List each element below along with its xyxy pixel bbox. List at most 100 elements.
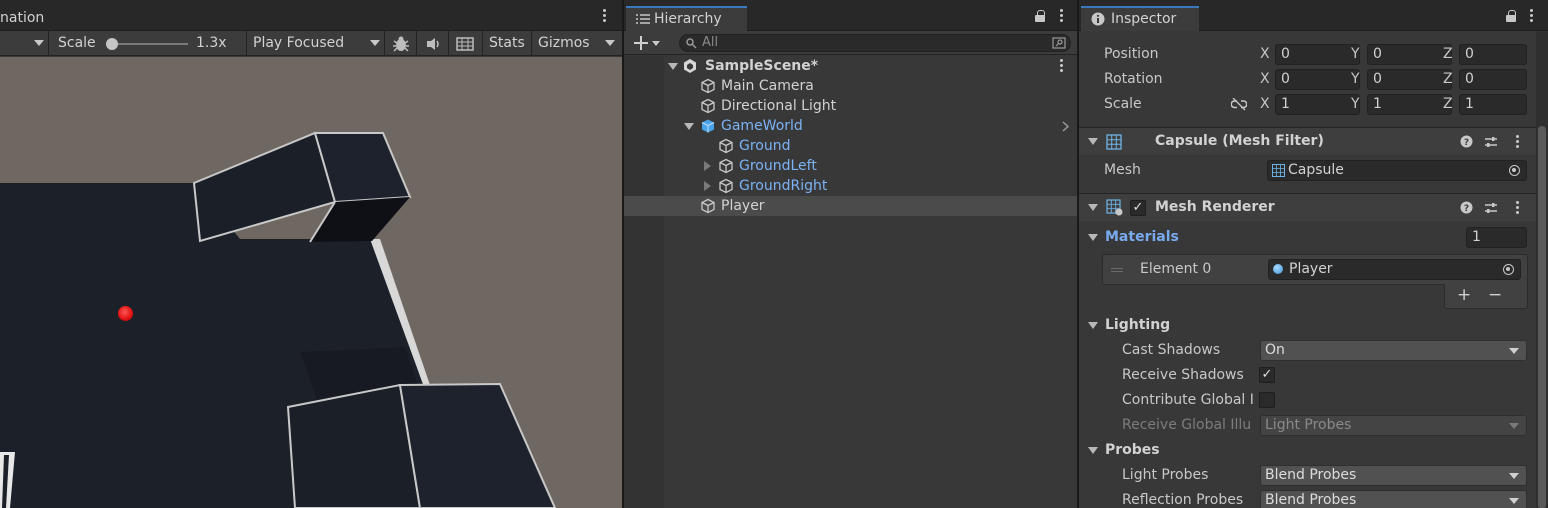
rotation-y-field[interactable]: 0 (1367, 69, 1452, 90)
add-dropdown-caret-icon[interactable] (652, 41, 660, 46)
receive-shadows-checkbox[interactable]: ✓ (1259, 367, 1275, 383)
hierarchy-search-input[interactable]: All (679, 34, 1071, 52)
scale-z-field[interactable]: 1 (1459, 94, 1527, 115)
position-x-field[interactable]: 0 (1275, 44, 1360, 65)
rotation-x-field[interactable]: 0 (1275, 69, 1360, 90)
player-capsule[interactable] (118, 306, 133, 321)
game-tab-bar: nation (0, 0, 622, 31)
mesh-renderer-enabled-checkbox[interactable]: ✓ (1130, 200, 1146, 216)
hierarchy-item-label: Directional Light (721, 98, 837, 114)
scale-slider-track[interactable] (110, 43, 188, 45)
help-icon[interactable]: ? (1460, 201, 1473, 214)
divider (531, 31, 532, 56)
hierarchy-more-icon[interactable] (1058, 9, 1064, 23)
game-more-icon[interactable] (601, 9, 607, 23)
hierarchy-item-main-camera[interactable]: Main Camera (624, 76, 1077, 96)
tab-animation[interactable]: nation (0, 6, 44, 31)
help-icon[interactable]: ? (1460, 135, 1473, 148)
hierarchy-item-groundleft[interactable]: GroundLeft (624, 156, 1077, 176)
foldout-arrow-icon[interactable] (1088, 322, 1098, 329)
mesh-renderer-header[interactable]: ✓ Mesh Renderer ? (1079, 193, 1536, 221)
stats-button[interactable]: Stats (489, 31, 525, 56)
foldout-arrow-icon[interactable] (1088, 204, 1098, 211)
divider (384, 31, 385, 56)
hierarchy-item-player[interactable]: Player (624, 196, 1077, 216)
chevron-down-icon[interactable] (370, 40, 380, 46)
expand-arrow-icon[interactable] (668, 63, 678, 70)
object-picker-icon[interactable] (1503, 264, 1514, 275)
object-picker-icon[interactable] (1509, 165, 1520, 176)
lighting-foldout[interactable]: Lighting (1079, 313, 1548, 338)
gizmos-button[interactable]: Gizmos (538, 31, 590, 56)
tab-hierarchy[interactable]: Hierarchy (626, 6, 747, 31)
hierarchy-item-groundright[interactable]: GroundRight (624, 176, 1077, 196)
gizmos-dropdown-caret-icon[interactable] (605, 40, 615, 46)
scale-slider-handle[interactable] (106, 38, 118, 50)
foldout-arrow-icon[interactable] (1088, 138, 1098, 145)
inspector-more-icon[interactable] (1528, 9, 1534, 23)
audio-icon[interactable] (425, 36, 443, 52)
cast-shadows-dropdown[interactable]: On (1260, 340, 1527, 361)
mesh-renderer-icon (1106, 199, 1123, 216)
lock-icon[interactable] (1035, 10, 1045, 22)
inspector-tab-bar: Inspector (1079, 0, 1548, 31)
lighting-title: Lighting (1105, 317, 1171, 333)
material-object-field[interactable]: Player (1268, 259, 1521, 280)
rotation-z-field[interactable]: 0 (1459, 69, 1527, 90)
bug-icon[interactable] (392, 35, 410, 53)
add-element-button[interactable]: + (1457, 284, 1471, 307)
chevron-down-icon (1509, 498, 1519, 504)
gameobject-cube-icon (701, 98, 715, 114)
chevron-right-icon[interactable] (1062, 121, 1070, 132)
hierarchy-item-gameworld[interactable]: GameWorld (624, 116, 1077, 136)
drag-handle[interactable] (1111, 268, 1123, 269)
probes-title: Probes (1105, 442, 1160, 458)
mesh-filter-header[interactable]: Capsule (Mesh Filter) ? (1079, 127, 1536, 155)
foldout-arrow-icon[interactable] (1088, 447, 1098, 454)
game-view-panel: nation Scale 1.3x Play Focused Stats Giz… (0, 0, 622, 508)
scale-x-field[interactable]: 1 (1275, 94, 1360, 115)
mesh-object-field[interactable]: Capsule (1267, 160, 1527, 181)
tab-inspector[interactable]: Inspector (1081, 6, 1199, 31)
hierarchy-item-directional-light[interactable]: Directional Light (624, 96, 1077, 116)
remove-element-button[interactable]: − (1488, 284, 1502, 307)
element-0-label: Element 0 (1140, 261, 1212, 277)
add-icon[interactable] (633, 35, 649, 51)
scale-y-field[interactable]: 1 (1367, 94, 1452, 115)
reflection-probes-dropdown[interactable]: Blend Probes (1260, 490, 1527, 508)
scene-row[interactable]: SampleScene* (624, 56, 1077, 76)
inspector-panel: Inspector Position X 0 Y 0 Z 0 Rotation … (1079, 0, 1548, 508)
list-icon (636, 14, 650, 24)
unlinked-scale-icon[interactable] (1231, 98, 1247, 111)
scene-more-icon[interactable] (1058, 59, 1064, 73)
position-y-field[interactable]: 0 (1367, 44, 1452, 65)
grid-icon[interactable] (456, 37, 474, 51)
expand-arrow-icon[interactable] (684, 123, 694, 130)
materials-count-field[interactable]: 1 (1466, 227, 1527, 248)
probes-foldout[interactable]: Probes (1079, 438, 1548, 463)
play-mode-dropdown[interactable]: Play Focused (253, 31, 344, 56)
inspector-scrollbar[interactable] (1536, 31, 1548, 508)
presets-icon[interactable] (1484, 135, 1498, 149)
hierarchy-item-label: GameWorld (721, 118, 803, 134)
collapsed-arrow-icon[interactable] (704, 161, 711, 171)
presets-icon[interactable] (1484, 201, 1498, 215)
component-more-icon[interactable] (1514, 201, 1520, 215)
scene-search-icon[interactable] (1052, 37, 1066, 49)
display-dropdown-caret-icon[interactable] (34, 40, 44, 46)
collapsed-arrow-icon[interactable] (704, 181, 711, 191)
scale-row: Scale X 1 Y 1 Z 1 (1079, 92, 1548, 117)
reflection-probes-value: Blend Probes (1265, 492, 1357, 508)
foldout-arrow-icon[interactable] (1088, 234, 1098, 241)
materials-row[interactable]: Materials 1 (1079, 225, 1548, 250)
position-z-field[interactable]: 0 (1459, 44, 1527, 65)
light-probes-dropdown[interactable]: Blend Probes (1260, 465, 1527, 486)
scrollbar-thumb[interactable] (1538, 126, 1546, 508)
contribute-gi-checkbox[interactable] (1259, 392, 1275, 408)
component-more-icon[interactable] (1514, 135, 1520, 149)
mesh-label: Mesh (1104, 162, 1141, 178)
receive-shadows-row: Receive Shadows ✓ (1079, 363, 1548, 388)
game-viewport[interactable] (0, 57, 622, 508)
lock-icon[interactable] (1506, 10, 1516, 22)
hierarchy-item-ground[interactable]: Ground (624, 136, 1077, 156)
